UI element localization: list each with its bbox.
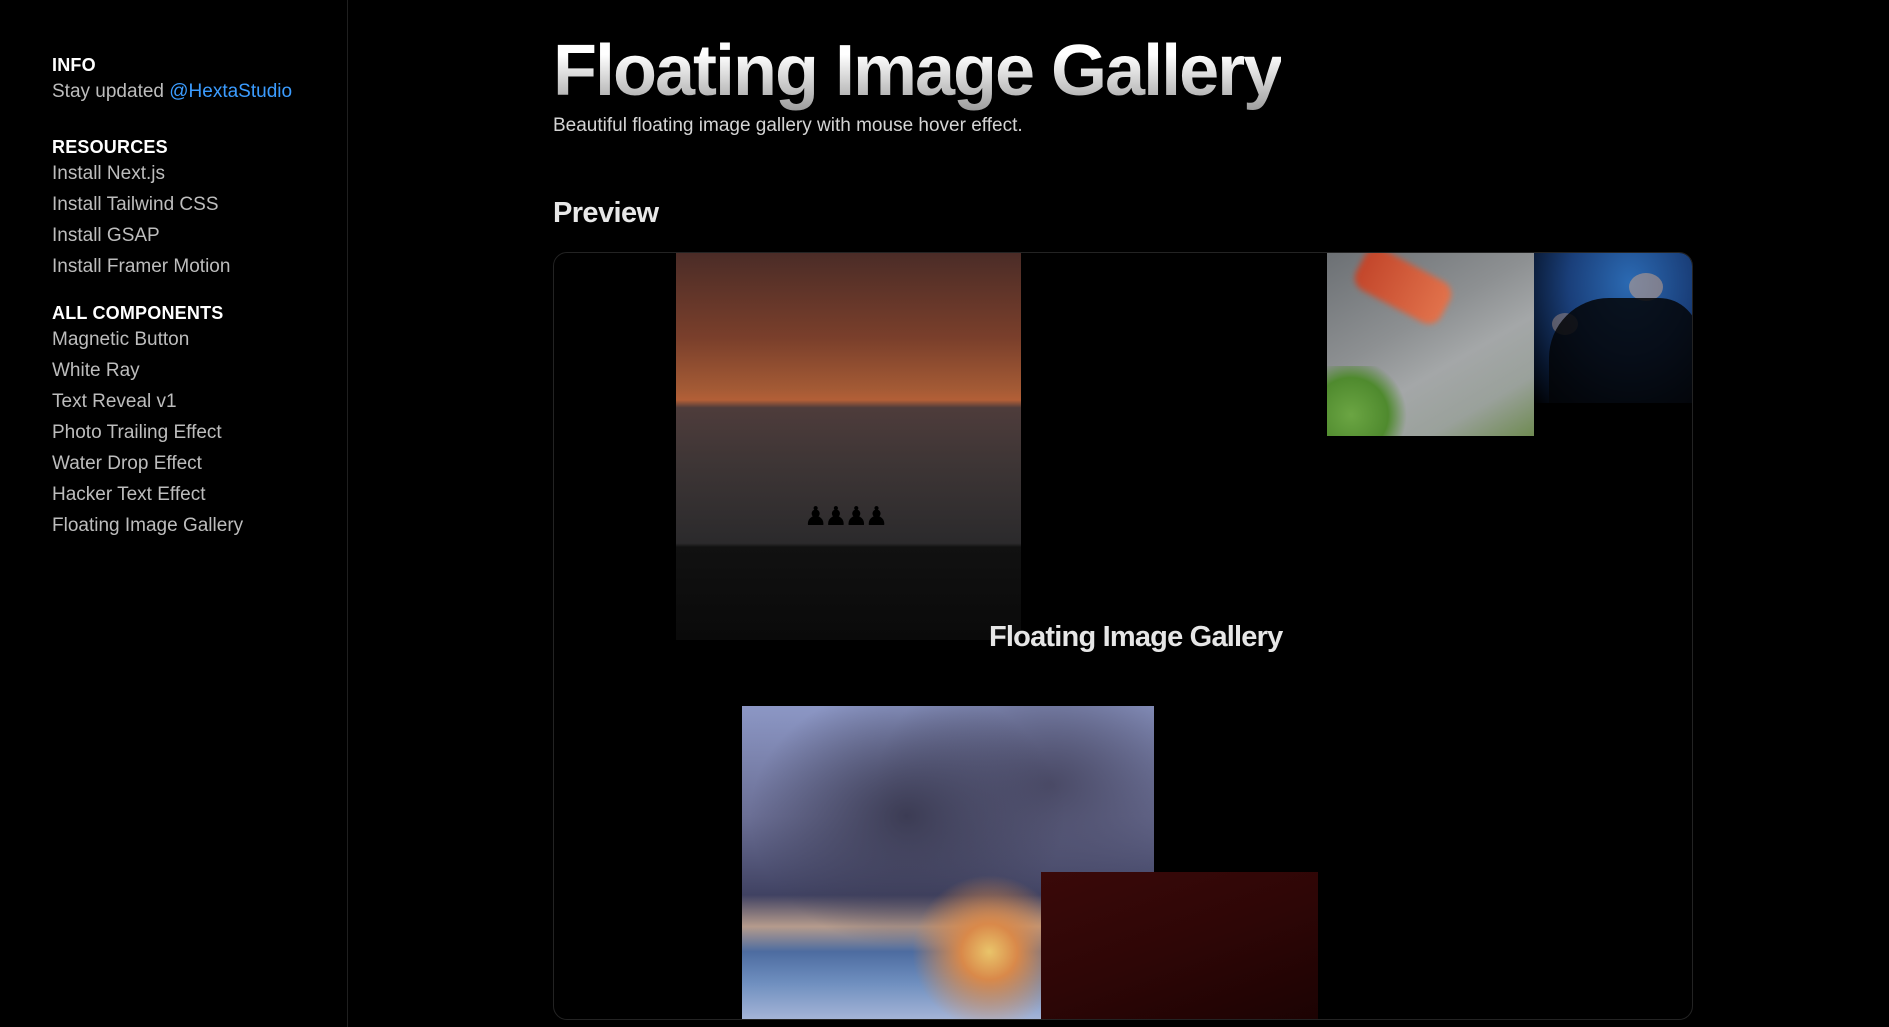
grass-shape <box>1327 366 1407 436</box>
sidebar-item-photo-trailing[interactable]: Photo Trailing Effect <box>52 417 243 448</box>
info-heading: INFO <box>52 55 96 75</box>
silhouette-shape <box>1549 298 1692 403</box>
jellyfish-shape <box>1629 273 1663 301</box>
gallery-image-aquarium[interactable] <box>1534 253 1692 403</box>
components-heading: ALL COMPONENTS <box>52 303 224 323</box>
stay-updated-label: Stay updated <box>52 81 164 102</box>
sidebar-item-white-ray[interactable]: White Ray <box>52 355 243 386</box>
stay-updated-text: Stay updated @HextaStudio <box>52 81 292 103</box>
car-shape <box>1349 253 1457 329</box>
sidebar-item-install-gsap[interactable]: Install GSAP <box>52 220 230 251</box>
sidebar-item-install-nextjs[interactable]: Install Next.js <box>52 158 230 189</box>
sidebar-item-text-reveal[interactable]: Text Reveal v1 <box>52 386 243 417</box>
silhouette-people: ♟♟♟♟ <box>804 501 888 531</box>
sidebar-item-water-drop[interactable]: Water Drop Effect <box>52 448 243 479</box>
sidebar-item-magnetic-button[interactable]: Magnetic Button <box>52 324 243 355</box>
resources-heading: RESOURCES <box>52 137 168 157</box>
sidebar: INFO Stay updated @HextaStudio RESOURCES… <box>0 0 348 1027</box>
info-section: INFO Stay updated @HextaStudio <box>52 55 292 103</box>
sidebar-item-install-tailwind[interactable]: Install Tailwind CSS <box>52 189 230 220</box>
preview-heading: Preview <box>553 197 659 229</box>
hextastudio-link[interactable]: @HextaStudio <box>169 81 292 102</box>
sidebar-item-install-framer-motion[interactable]: Install Framer Motion <box>52 251 230 282</box>
resources-section: RESOURCES Install Next.js Install Tailwi… <box>52 137 230 282</box>
page-subtitle: Beautiful floating image gallery with mo… <box>553 115 1023 136</box>
gallery-image-sunset-beach[interactable]: ♟♟♟♟ <box>676 253 1021 640</box>
sidebar-item-hacker-text[interactable]: Hacker Text Effect <box>52 479 243 510</box>
preview-panel[interactable]: ♟♟♟♟ Floating Image Gallery <box>553 252 1693 1020</box>
sidebar-item-floating-gallery[interactable]: Floating Image Gallery <box>52 510 243 541</box>
page-title: Floating Image Gallery <box>553 31 1283 111</box>
gallery-image-red-car[interactable] <box>1327 253 1534 436</box>
components-section: ALL COMPONENTS Magnetic Button White Ray… <box>52 303 243 541</box>
gallery-image-red-room[interactable] <box>1041 872 1318 1019</box>
preview-overlay-title: Floating Image Gallery <box>989 621 1283 653</box>
